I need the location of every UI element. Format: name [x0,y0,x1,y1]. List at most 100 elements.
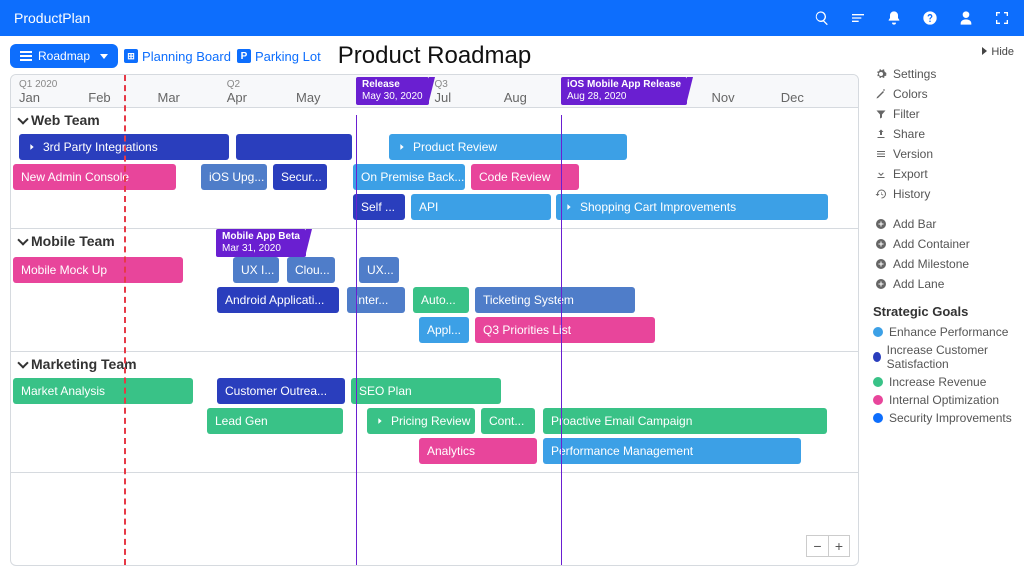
search-icon[interactable] [814,10,830,26]
month-label: Apr [227,90,296,105]
bar-label: Pricing Review [391,414,470,428]
lane-header[interactable]: Mobile Team [11,229,858,253]
sidebar-add-milestone[interactable]: Add Milestone [873,254,1014,274]
roadmap-bar[interactable]: Secur... [273,164,327,190]
lane: Mobile TeamMobile App BetaMar 31, 2020 Mo… [11,229,858,352]
hide-sidebar[interactable]: Hide [873,46,1014,58]
chevron-down-icon [19,356,27,372]
roadmap-bar[interactable]: New Admin Console [13,164,176,190]
roadmap-bar[interactable]: Product Review [389,134,627,160]
chevron-right-icon [375,416,385,426]
lane-header[interactable]: Marketing Team [11,352,858,376]
lane-row: Android Applicati... Inter... Auto...Ticke… [11,285,858,315]
sidebar-add-bar[interactable]: Add Bar [873,214,1014,234]
lane-body: Market Analysis Customer Outrea... SEO Pla… [11,376,858,472]
legend-item[interactable]: Increase Revenue [873,373,1014,391]
roadmap-bar[interactable]: UX I... [233,257,279,283]
bar-label: Customer Outrea... [225,384,327,398]
milestone-marker[interactable]: ReleaseMay 30, 2020 [356,77,429,105]
lane-header[interactable]: Web Team [11,108,858,132]
roadmap-bar[interactable]: Analytics [419,438,537,464]
legend-item[interactable]: Enhance Performance [873,323,1014,341]
roadmap-bar[interactable]: SEO Plan [351,378,501,404]
help-icon[interactable] [922,10,938,26]
roadmap-bar[interactable]: iOS Upg... [201,164,267,190]
sidebar-share[interactable]: Share [873,124,1014,144]
lane-row: Market Analysis Customer Outrea... SEO Pla… [11,376,858,406]
roadmap-bar[interactable]: Auto... [413,287,469,313]
zoom-controls: − + [806,535,850,557]
roadmap-bar[interactable]: UX... [359,257,399,283]
roadmap-bar[interactable]: Performance Management [543,438,801,464]
bar-label: iOS Upg... [209,170,264,184]
roadmap-bar[interactable]: Pricing Review [367,408,475,434]
roadmap-dropdown[interactable]: Roadmap [10,44,118,68]
lane-row: Lead Gen Pricing Review Cont... Proactive E… [11,406,858,436]
bar-label: Shopping Cart Improvements [580,200,736,214]
sidebar-history[interactable]: History [873,184,1014,204]
roadmap-bar[interactable]: Ticketing System [475,287,635,313]
planning-board-link[interactable]: ⊞Planning Board [124,49,231,64]
fullscreen-icon[interactable] [994,10,1010,26]
sidebar-add-container[interactable]: Add Container [873,234,1014,254]
bar-label: UX I... [241,263,274,277]
bar-label: New Admin Console [21,170,129,184]
roadmap-bar[interactable]: API [411,194,551,220]
bar-label: Self ... [361,200,395,214]
roadmap-bar[interactable]: Q3 Priorities List [475,317,655,343]
legend-dot [873,395,883,405]
month-label: Nov [712,90,781,105]
legend-item[interactable]: Internal Optimization [873,391,1014,409]
toolbar: Roadmap ⊞Planning Board PParking Lot Pro… [10,44,859,68]
sidebar-export[interactable]: Export [873,164,1014,184]
roadmap-bar[interactable]: Customer Outrea... [217,378,345,404]
bar-label: Inter... [355,293,388,307]
milestone-line [561,115,562,565]
zoom-in-button[interactable]: + [828,535,850,557]
roadmap-bar[interactable]: Cont... [481,408,535,434]
roadmap-bar[interactable]: Mobile Mock Up [13,257,183,283]
roadmap-bar[interactable]: Lead Gen [207,408,343,434]
roadmap-bar[interactable]: Self ... [353,194,405,220]
legend-item[interactable]: Security Improvements [873,409,1014,427]
lane: Web Team3rd Party IntegrationsProduct Re… [11,108,858,229]
milestone-marker[interactable]: iOS Mobile App ReleaseAug 28, 2020 [561,77,687,105]
chevron-right-icon [564,202,574,212]
sidebar-settings[interactable]: Settings [873,64,1014,84]
month-label: Feb [88,90,157,105]
roadmap-bar[interactable]: Market Analysis [13,378,193,404]
bar-label: API [419,200,438,214]
roadmap-bar[interactable]: Shopping Cart Improvements [556,194,828,220]
lane-row: AnalyticsPerformance Management [11,436,858,466]
sidebar-filter[interactable]: Filter [873,104,1014,124]
month-label: Dec [781,90,850,105]
roadmap-bar[interactable]: Appl... [419,317,469,343]
roadmap-bar[interactable]: On Premise Back... [353,164,465,190]
sidebar-add-lane[interactable]: Add Lane [873,274,1014,294]
roadmap-bar[interactable]: Code Review [471,164,579,190]
roadmap-bar[interactable] [236,134,352,160]
timeline: Q1 2020Q2Q3Q4 JanFebMarAprMayJunJulAugSe… [10,74,859,566]
roadmap-bar[interactable]: Android Applicati... [217,287,339,313]
user-icon[interactable] [958,10,974,26]
bar-label: Mobile Mock Up [21,263,107,277]
sidebar-colors[interactable]: Colors [873,84,1014,104]
menu-icon[interactable] [850,10,866,26]
month-label: Mar [158,90,227,105]
milestone-marker[interactable]: Mobile App BetaMar 31, 2020 [216,229,306,257]
sidebar-version[interactable]: Version [873,144,1014,164]
roadmap-bar[interactable]: Clou... [287,257,335,283]
legend-dot [873,377,883,387]
lane-row: Self ... API Shopping Cart Improvements [11,192,858,222]
lane-body: 3rd Party IntegrationsProduct ReviewNew … [11,132,858,228]
legend-dot [873,352,881,362]
bell-icon[interactable] [886,10,902,26]
roadmap-bar[interactable]: Proactive Email Campaign [543,408,827,434]
bar-label: UX... [367,263,394,277]
bar-label: Appl... [427,323,461,337]
legend-item[interactable]: Increase Customer Satisfaction [873,341,1014,373]
parking-lot-link[interactable]: PParking Lot [237,49,321,64]
chevron-right-icon [27,142,37,152]
zoom-out-button[interactable]: − [806,535,828,557]
chevron-down-icon [19,112,27,128]
